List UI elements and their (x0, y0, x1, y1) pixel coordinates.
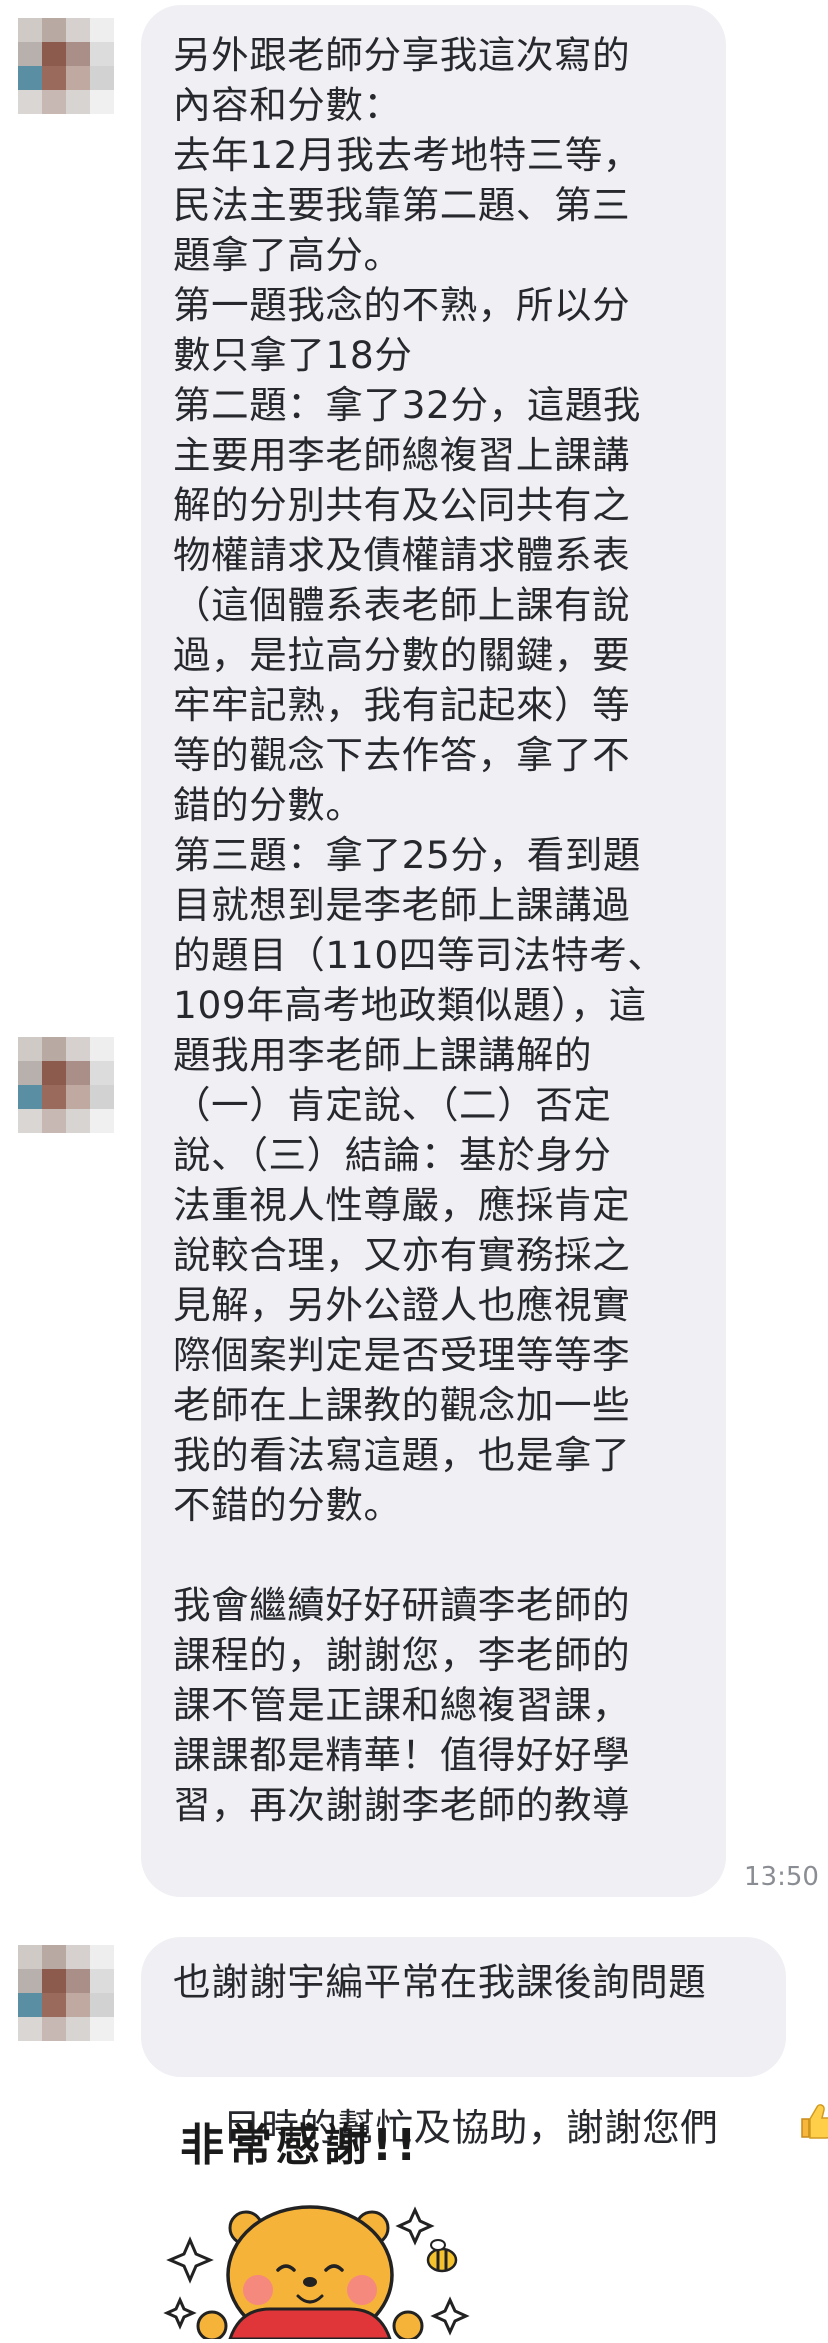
message-line: 見解，另外公證人也應視實 (173, 1283, 631, 1327)
message-line: （一）肯定說、（二）否定 (173, 1083, 612, 1127)
message-bubble[interactable]: 另外跟老師分享我這次寫的 內容和分數： 去年12月我去考地特三等， 民法主要我靠… (141, 5, 726, 1897)
message-line: 第一題我念的不熟，所以分 (173, 283, 631, 327)
message-line: 的題目（110四等司法特考、 (173, 933, 666, 977)
message-line: 也謝謝宇編平常在我課後詢問題 (173, 1960, 707, 2004)
message-line: 目時的幫忙及協助，謝謝您們 (173, 2007, 828, 2150)
message-line: 解的分別共有及公同共有之 (173, 483, 631, 527)
message-line: 老師在上課教的觀念加一些 (173, 1383, 631, 1427)
message-line: 我的看法寫這題，也是拿了 (173, 1433, 631, 1477)
message-line: 去年12月我去考地特三等， (173, 133, 642, 177)
message-line: 說較合理，又亦有實務採之 (173, 1233, 631, 1277)
message-line-blank (173, 1530, 698, 1580)
sticker-caption: 非常感謝!! (180, 2120, 420, 2171)
thumbs-up-icon (722, 2051, 828, 2203)
avatar[interactable] (18, 1037, 114, 1133)
message-line: 不錯的分數。 (173, 1483, 402, 1527)
winnie-the-pooh-sticker[interactable]: 非常感謝!! (150, 2100, 510, 2343)
message-timestamp: 13:50 (744, 1862, 819, 1892)
avatar[interactable] (18, 18, 114, 114)
message-line: （這個體系表老師上課有說 (173, 583, 631, 627)
message-line: 內容和分數： (173, 83, 402, 127)
message-line: 第三題：拿了25分，看到題 (173, 833, 642, 877)
message-line: 法重視人性尊嚴，應採肯定 (173, 1183, 631, 1227)
message-line: 題我用李老師上課講解的 (173, 1033, 593, 1077)
message-line: 第二題：拿了32分，這題我 (173, 383, 642, 427)
message-line: 際個案判定是否受理等等李 (173, 1333, 631, 1377)
message-line: 等的觀念下去作答，拿了不 (173, 733, 631, 777)
message-line: 另外跟老師分享我這次寫的 (173, 33, 631, 77)
message-line: 課程的，謝謝您，李老師的 (173, 1633, 631, 1677)
message-line: 我會繼續好好研讀李老師的 (173, 1583, 631, 1627)
message-line: 題拿了高分。 (173, 233, 402, 277)
message-line: 錯的分數。 (173, 783, 364, 827)
message-line: 目就想到是李老師上課講過 (173, 883, 631, 927)
message-line: 109年高考地政類似題），這 (173, 983, 647, 1027)
message-bubble[interactable]: 也謝謝宇編平常在我課後詢問題 目時的幫忙及協助，謝謝您們 (141, 1937, 828, 2150)
message-line: 說、（三）結論：基於身分 (173, 1133, 612, 1177)
message-line: 習，再次謝謝李老師的教導 (173, 1783, 631, 1827)
message-line: 課不管是正課和總複習課， (173, 1683, 631, 1727)
message-line: 民法主要我靠第二題、第三 (173, 183, 631, 227)
message-line: 主要用李老師總複習上課講 (173, 433, 631, 477)
avatar[interactable] (18, 1945, 114, 2041)
message-line: 課課都是精華！值得好好學 (173, 1733, 631, 1777)
message-line: 牢牢記熟，我有記起來）等 (173, 683, 631, 727)
message-line: 數只拿了18分 (173, 333, 413, 377)
message-line: 過，是拉高分數的關鍵，要 (173, 633, 631, 677)
message-line: 物權請求及債權請求體系表 (173, 533, 631, 577)
